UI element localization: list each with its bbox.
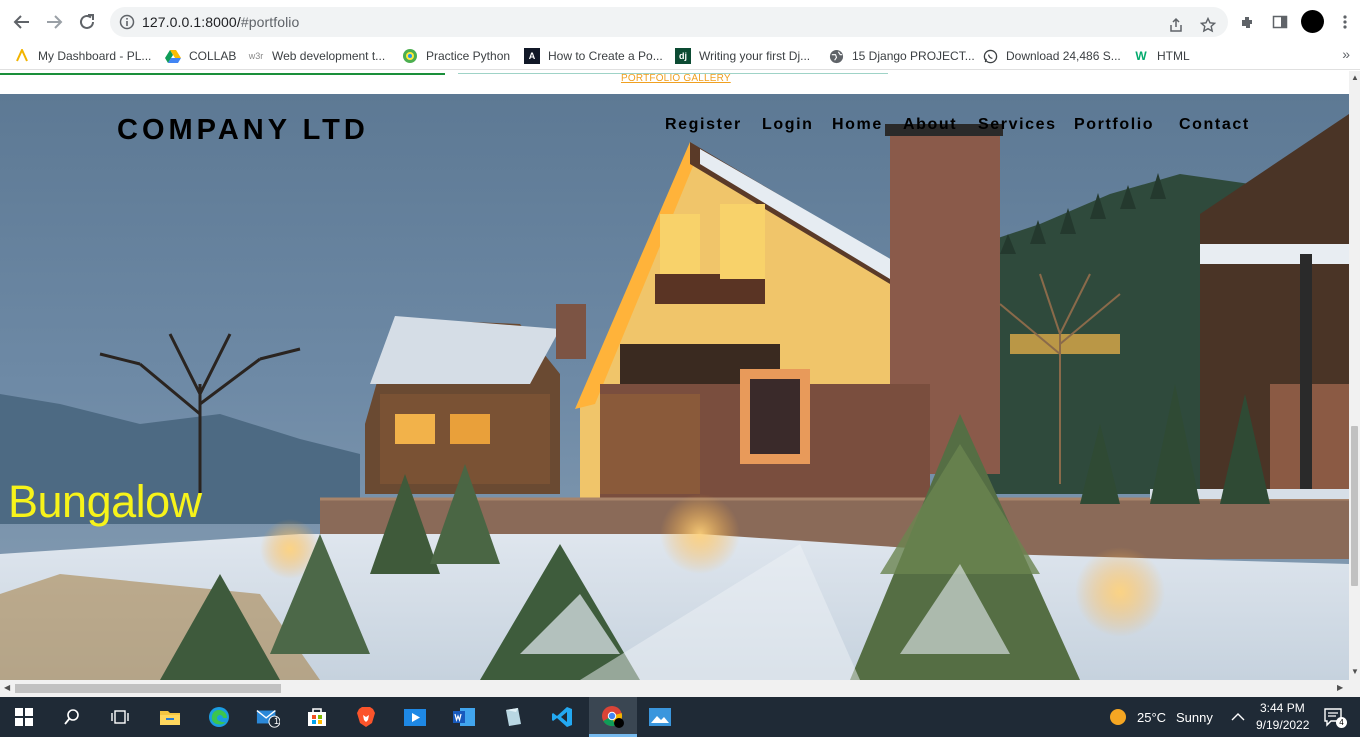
main-nav: Register Login Home About Services Portf… [0,116,1349,146]
nav-register[interactable]: Register [665,116,742,134]
hero-slide: COMPANY LTD Register Login Home About Se… [0,94,1349,680]
nav-portfolio[interactable]: Portfolio [1074,116,1154,134]
whatsapp-icon [982,48,998,64]
url-text[interactable]: 127.0.0.1:8000/#portfolio [142,14,299,30]
forward-icon[interactable] [42,10,66,34]
more-bookmarks-icon[interactable]: » [1342,46,1350,62]
url-path: #portfolio [240,14,300,30]
site-icon: A [524,48,540,64]
horizontal-scroll-thumb[interactable] [15,684,281,693]
django-icon: dj [675,48,691,64]
file-explorer-icon[interactable] [158,705,182,729]
bookmark-item[interactable]: W HTML [1133,46,1190,66]
section-divider [0,73,445,75]
bookmark-label: How to Create a Po... [548,49,663,63]
portfolio-gallery-link[interactable]: PORTFOLIO GALLERY [621,73,731,84]
bookmark-label: 15 Django PROJECT... [852,49,975,63]
chrome-icon[interactable] [601,705,625,729]
w3-green-icon: W [1135,49,1147,63]
share-icon[interactable] [1166,15,1186,35]
python-icon [402,48,418,64]
clock-date[interactable]: 9/19/2022 [1256,718,1309,732]
bookmark-item[interactable]: Download 24,486 S... [982,46,1121,66]
show-hidden-icons-chevron-icon[interactable] [1226,705,1250,729]
nav-contact[interactable]: Contact [1179,116,1250,134]
notification-badge: 4 [1336,717,1347,728]
notification-center-icon[interactable]: 4 [1322,705,1347,729]
bookmark-item[interactable]: A How to Create a Po... [524,46,663,66]
reload-icon[interactable] [75,10,99,34]
bookmark-label: Download 24,486 S... [1006,49,1121,63]
bookmark-item[interactable]: Practice Python [402,46,510,66]
brave-browser-icon[interactable] [354,705,378,729]
bookmark-label: COLLAB [189,49,237,63]
task-view-icon[interactable] [108,705,132,729]
back-icon[interactable] [10,10,34,34]
bookmark-label: Writing your first Dj... [699,49,811,63]
bookmark-item[interactable]: dj Writing your first Dj... [675,46,810,66]
notes-app-icon[interactable] [501,705,525,729]
vertical-scroll-thumb[interactable] [1351,426,1358,586]
weather-text[interactable]: Sunny [1176,710,1213,725]
bungalow-photo [0,94,1349,680]
photos-icon[interactable] [648,705,672,729]
bookmark-item[interactable]: 15 Django PROJECT... [828,46,975,66]
address-bar[interactable]: 127.0.0.1:8000/#portfolio [110,7,1228,37]
scroll-up-icon[interactable]: ▲ [1351,73,1359,82]
site-info-icon[interactable] [119,14,135,35]
word-icon[interactable] [452,705,476,729]
media-player-icon[interactable] [403,705,427,729]
slide-caption: Bungalow [8,476,202,527]
bookmark-star-icon[interactable] [1198,15,1218,35]
extensions-icon[interactable] [1237,11,1259,33]
microsoft-store-icon[interactable] [305,705,329,729]
weather-temp[interactable]: 25°C [1137,710,1166,725]
globe-icon [828,48,844,64]
nav-about[interactable]: About [903,116,957,134]
edge-browser-icon[interactable] [207,705,231,729]
bookmark-item[interactable]: w3r Web development t... [248,46,385,66]
w3schools-icon: w3r [248,51,264,61]
url-host: 127.0.0.1:8000/ [142,14,241,30]
bookmark-label: HTML [1157,49,1190,63]
page-viewport: PORTFOLIO GALLERY COMPANY LTD Register L… [0,71,1349,680]
nav-home[interactable]: Home [832,116,883,134]
profile-avatar[interactable] [1301,10,1324,33]
side-panel-icon[interactable] [1269,11,1291,33]
vscode-icon[interactable] [550,705,574,729]
search-icon[interactable] [60,705,84,729]
scroll-right-icon[interactable]: ▶ [1337,683,1343,692]
taskbar: 1 25°C Sunny 3:44 PM 9/19/2022 4 [0,697,1360,737]
horizontal-scrollbar[interactable]: ◀ ▶ [0,680,1360,697]
dashboard-bookmark-icon [14,48,30,64]
browser-menu-icon[interactable] [1334,11,1356,33]
nav-login[interactable]: Login [762,116,814,134]
vertical-scrollbar[interactable]: ▲ ▼ [1349,71,1360,680]
scroll-down-icon[interactable]: ▼ [1351,667,1359,676]
mail-badge: 1 [274,716,280,726]
browser-toolbar: 127.0.0.1:8000/#portfolio [0,0,1360,42]
google-drive-icon [165,48,181,64]
bookmark-item[interactable]: My Dashboard - PL... [14,46,151,66]
weather-sun-icon[interactable] [1106,705,1130,729]
bookmark-label: My Dashboard - PL... [38,49,152,63]
bookmark-label: Practice Python [426,49,511,63]
nav-services[interactable]: Services [978,116,1057,134]
bookmark-item[interactable]: COLLAB [165,46,236,66]
mail-icon[interactable]: 1 [256,705,280,729]
bookmark-label: Web development t... [272,49,386,63]
clock-time[interactable]: 3:44 PM [1260,701,1305,715]
bookmarks-bar: My Dashboard - PL... COLLAB w3r Web deve… [0,42,1360,70]
windows-start-icon[interactable] [12,705,36,729]
scroll-left-icon[interactable]: ◀ [4,683,10,692]
